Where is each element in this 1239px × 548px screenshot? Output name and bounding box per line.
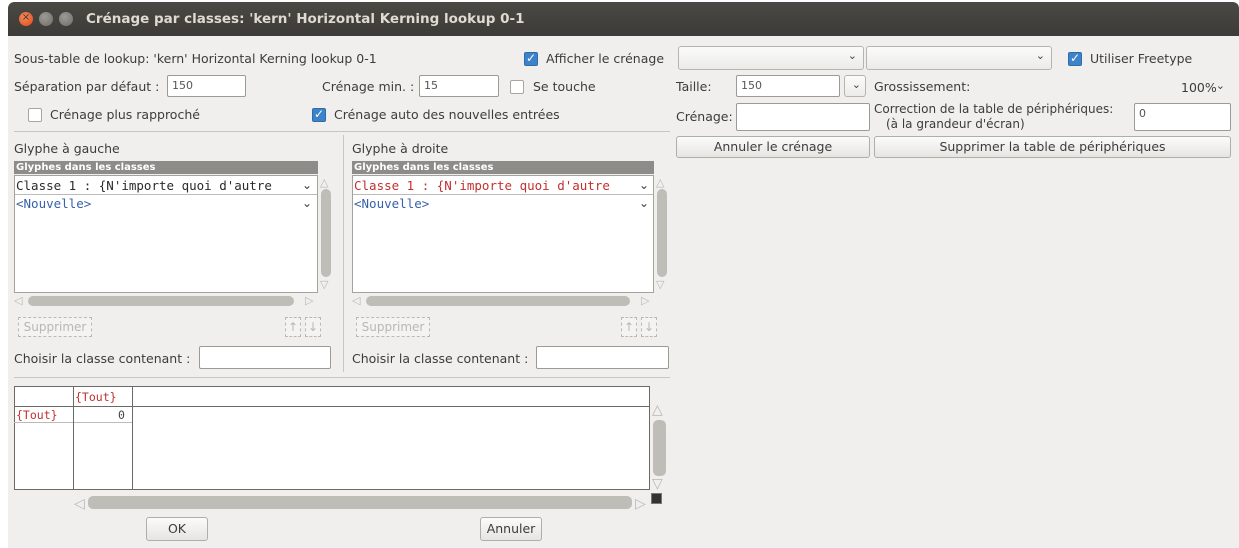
size-input[interactable]: 150	[736, 75, 840, 97]
size-label: Taille:	[676, 79, 712, 94]
show-kerning-label: Afficher le crénage	[546, 51, 665, 66]
separator	[14, 377, 670, 378]
closer-kerning-label: Crénage plus rapproché	[50, 107, 200, 122]
right-new-class-item[interactable]: <Nouvelle>	[354, 196, 429, 211]
list-divider	[353, 194, 653, 195]
right-move-down-button[interactable]: ↓	[641, 317, 657, 337]
right-class-1-item[interactable]: Classe 1 : {N'importe quoi d'autre	[354, 178, 610, 193]
size-dropdown[interactable]: ⌄	[844, 75, 866, 97]
scroll-up-arrow-icon[interactable]: △	[656, 176, 664, 189]
left-new-class-item[interactable]: <Nouvelle>	[16, 196, 91, 211]
close-icon: ×	[21, 12, 31, 23]
list-divider	[15, 194, 317, 195]
grid-corner-icon	[651, 493, 662, 504]
left-list-vscroll[interactable]	[321, 189, 331, 277]
grid-row-header[interactable]: {Tout}	[16, 408, 58, 422]
grid-vscroll[interactable]	[653, 420, 666, 476]
right-choose-class-input[interactable]	[536, 346, 669, 369]
touch-label: Se touche	[533, 79, 596, 94]
scroll-up-arrow-icon[interactable]: △	[652, 402, 663, 418]
preview-right-glyph-combo[interactable]: ⌄	[866, 46, 1052, 70]
left-class-list[interactable]: Classe 1 : {N'importe quoi d'autre ⌄ <No…	[14, 175, 318, 293]
chevron-down-icon: ⌄	[302, 178, 313, 192]
chevron-down-icon: ⌄	[1035, 49, 1045, 62]
default-separation-input[interactable]: 150	[167, 75, 246, 97]
grid-column-header[interactable]: {Tout}	[75, 390, 117, 404]
right-list-header: Glyphes dans les classes	[352, 161, 654, 174]
left-delete-button[interactable]: Supprimer	[18, 317, 92, 337]
chevron-down-icon: ⌄	[639, 178, 650, 192]
scroll-down-arrow-icon[interactable]: ▽	[656, 278, 664, 291]
chevron-down-icon: ⌄	[639, 196, 650, 210]
left-glyph-title: Glyphe à gauche	[14, 141, 120, 156]
grid-line	[14, 406, 650, 407]
touch-checkbox[interactable]	[510, 80, 524, 94]
show-kerning-checkbox[interactable]	[524, 51, 538, 66]
left-move-up-button[interactable]: ↑	[285, 317, 301, 337]
kerning-input[interactable]	[736, 103, 870, 131]
right-class-list[interactable]: Classe 1 : {N'importe quoi d'autre ⌄ <No…	[352, 175, 654, 293]
auto-kerning-checkbox[interactable]	[312, 107, 326, 122]
grid-line	[14, 386, 650, 387]
right-move-up-button[interactable]: ↑	[621, 317, 637, 337]
use-freetype-checkbox[interactable]	[1068, 51, 1082, 66]
separator	[343, 135, 344, 372]
chevron-down-icon: ⌄	[1215, 79, 1225, 92]
scroll-right-arrow-icon[interactable]: ▷	[635, 496, 646, 512]
cancel-kerning-button[interactable]: Annuler le crénage	[676, 136, 870, 158]
grid-line	[73, 386, 74, 490]
closer-kerning-checkbox[interactable]	[28, 108, 42, 122]
scroll-down-arrow-icon[interactable]: ▽	[652, 476, 663, 492]
cancel-button[interactable]: Annuler	[480, 517, 542, 541]
use-freetype-label: Utiliser Freetype	[1090, 51, 1193, 66]
device-table-label: Correction de la table de périphériques:	[874, 102, 1114, 116]
left-list-hscroll[interactable]	[28, 296, 294, 306]
titlebar: × Crénage par classes: 'kern' Horizontal…	[8, 2, 1239, 36]
device-table-sublabel: (à la grandeur d'écran)	[886, 117, 1025, 131]
close-window-button[interactable]: ×	[19, 12, 33, 26]
minimize-window-button[interactable]	[39, 12, 53, 26]
ok-button[interactable]: OK	[146, 517, 208, 541]
scroll-right-arrow-icon[interactable]: ▷	[641, 294, 649, 307]
subtable-label: Sous-table de lookup: 'kern' Horizontal …	[14, 51, 377, 66]
left-move-down-button[interactable]: ↓	[305, 317, 321, 337]
left-class-1-item[interactable]: Classe 1 : {N'importe quoi d'autre	[16, 178, 272, 193]
scroll-up-arrow-icon[interactable]: △	[320, 176, 328, 189]
zoom-label: Grossissement:	[874, 79, 971, 94]
scroll-left-arrow-icon[interactable]: ◁	[352, 294, 360, 307]
chevron-down-icon: ⌄	[851, 78, 861, 91]
scroll-left-arrow-icon[interactable]: ◁	[74, 496, 85, 512]
scroll-left-arrow-icon[interactable]: ◁	[14, 294, 22, 307]
maximize-window-button[interactable]	[59, 12, 73, 26]
scroll-right-arrow-icon[interactable]: ▷	[305, 294, 313, 307]
window-title: Crénage par classes: 'kern' Horizontal K…	[86, 11, 525, 27]
left-choose-class-label: Choisir la classe contenant :	[14, 351, 191, 366]
kerning-dialog: × Crénage par classes: 'kern' Horizontal…	[8, 2, 1239, 548]
grid-hscroll[interactable]	[88, 496, 632, 509]
right-choose-class-label: Choisir la classe contenant :	[352, 351, 529, 366]
preview-left-glyph-combo[interactable]: ⌄	[678, 46, 864, 70]
default-separation-label: Séparation par défaut :	[14, 79, 160, 94]
kerning-label: Crénage:	[676, 109, 733, 124]
scroll-down-arrow-icon[interactable]: ▽	[320, 278, 328, 291]
left-choose-class-input[interactable]	[199, 346, 331, 369]
delete-device-table-button[interactable]: Supprimer la table de périphériques	[874, 136, 1231, 158]
left-list-header: Glyphes dans les classes	[14, 161, 318, 174]
right-delete-button[interactable]: Supprimer	[356, 317, 430, 337]
grid-line	[132, 386, 133, 490]
separator	[14, 131, 670, 132]
device-table-input[interactable]: 0	[1134, 103, 1231, 131]
auto-kerning-label: Crénage auto des nouvelles entrées	[334, 107, 560, 122]
right-glyph-title: Glyphe à droite	[352, 141, 449, 156]
min-kerning-input[interactable]: 15	[419, 75, 499, 97]
chevron-down-icon: ⌄	[302, 196, 313, 210]
min-kerning-label: Crénage min. :	[322, 79, 415, 94]
right-list-hscroll[interactable]	[366, 296, 630, 306]
chevron-down-icon: ⌄	[847, 49, 857, 62]
right-list-vscroll[interactable]	[657, 189, 667, 277]
zoom-value: 100%	[1181, 80, 1217, 95]
grid-cell-value[interactable]: 0	[118, 408, 125, 422]
zoom-dropdown[interactable]: 100% ⌄	[1132, 75, 1232, 99]
